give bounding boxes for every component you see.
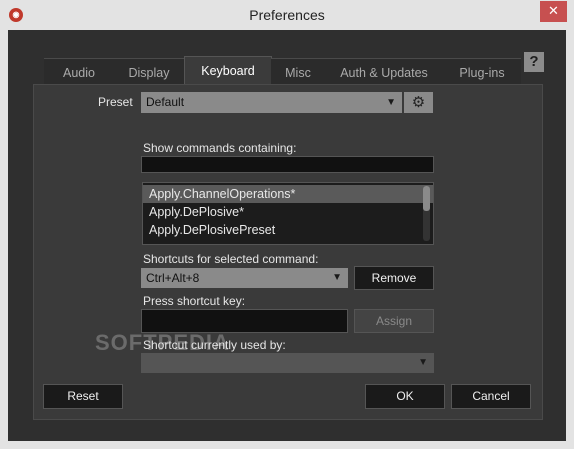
shortcuts-dropdown[interactable]: Ctrl+Alt+8 ▼: [141, 268, 348, 288]
filter-label: Show commands containing:: [143, 141, 297, 155]
chevron-down-icon: ▼: [418, 357, 428, 368]
tab-auth-updates[interactable]: Auth & Updates: [325, 58, 443, 85]
list-item[interactable]: Apply.ChannelOperations*: [143, 185, 433, 203]
tab-audio[interactable]: Audio: [44, 58, 114, 85]
used-by-label: Shortcut currently used by:: [143, 338, 286, 352]
chevron-down-icon: ▼: [386, 97, 396, 108]
used-by-dropdown[interactable]: ▼: [141, 353, 434, 373]
command-filter-input[interactable]: [141, 156, 434, 173]
preset-label: Preset: [98, 95, 133, 109]
press-key-label: Press shortcut key:: [143, 294, 246, 308]
command-list[interactable]: Apply.ChannelOperations* Apply.DePlosive…: [142, 182, 434, 245]
scrollbar-thumb[interactable]: [423, 186, 430, 211]
reset-button[interactable]: Reset: [43, 384, 123, 409]
shortcut-value: Ctrl+Alt+8: [146, 271, 200, 285]
remove-button[interactable]: Remove: [354, 266, 434, 290]
chevron-down-icon: ▼: [332, 272, 342, 283]
tab-display[interactable]: Display: [114, 58, 184, 85]
window-frame-right: [566, 30, 574, 449]
tab-misc[interactable]: Misc: [271, 58, 325, 85]
list-item[interactable]: Apply.DePlosive*: [143, 203, 433, 221]
preset-value: Default: [146, 95, 185, 109]
gear-icon[interactable]: ⚙: [404, 92, 433, 113]
window-frame-left: [0, 30, 8, 449]
list-scrollbar[interactable]: [423, 186, 430, 241]
window-frame-bottom: [0, 441, 574, 449]
assign-button[interactable]: Assign: [354, 309, 434, 333]
tab-keyboard[interactable]: Keyboard: [184, 56, 272, 85]
cancel-button[interactable]: Cancel: [451, 384, 531, 409]
shortcuts-label: Shortcuts for selected command:: [143, 252, 319, 266]
list-item[interactable]: Apply.DePlosivePreset: [143, 221, 433, 239]
window-title: Preferences: [249, 7, 325, 23]
ok-button[interactable]: OK: [365, 384, 445, 409]
tab-plugins[interactable]: Plug-ins: [443, 58, 521, 85]
preset-dropdown[interactable]: Default ▼: [141, 92, 402, 113]
help-button[interactable]: ?: [524, 52, 544, 72]
title-bar: ◉ Preferences ✕: [0, 0, 574, 30]
close-button[interactable]: ✕: [540, 1, 567, 22]
